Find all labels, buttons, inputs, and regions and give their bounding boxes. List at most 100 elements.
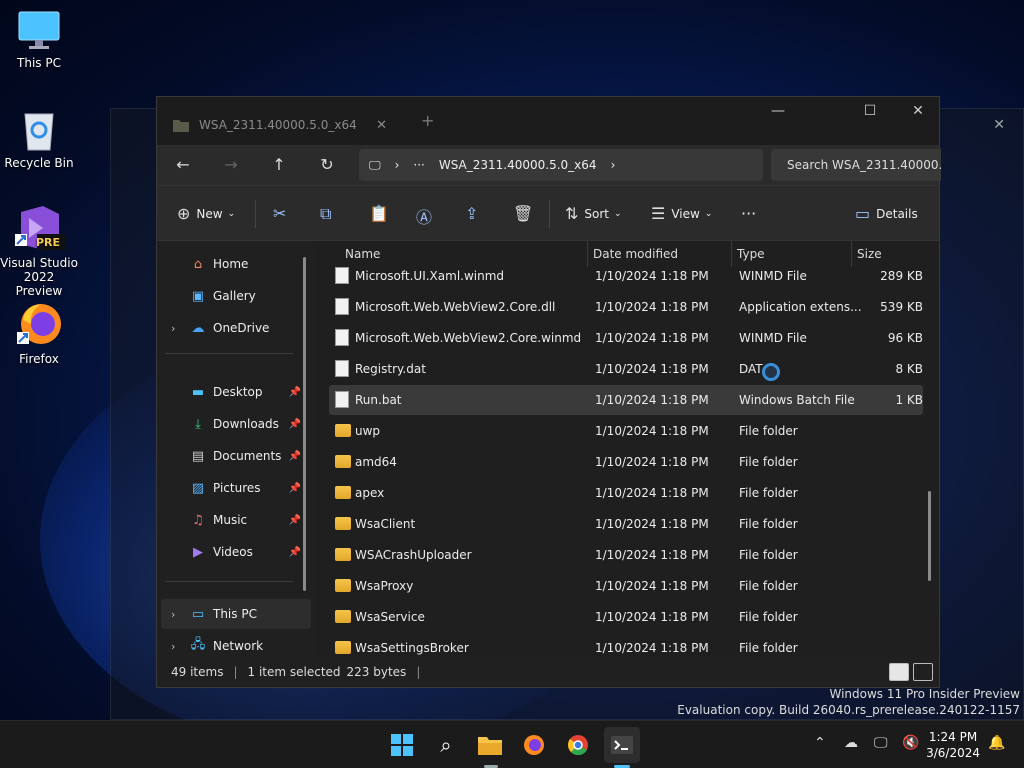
column-date[interactable]: Date modified — [593, 247, 678, 261]
file-type: File folder — [739, 424, 798, 438]
file-type: File folder — [739, 517, 798, 531]
network-icon[interactable]: 🖵 — [874, 735, 888, 751]
sidebar-item-gallery[interactable]: ▣ Gallery — [161, 281, 311, 311]
search-icon[interactable]: ⌕ — [432, 731, 460, 759]
file-name: Microsoft.UI.Xaml.winmd — [355, 269, 505, 283]
new-button[interactable]: ⊕ New ⌄ — [177, 204, 235, 223]
tiles-view-button[interactable] — [913, 663, 933, 681]
breadcrumb[interactable]: 🖵 › ··· WSA_2311.40000.5.0_x64 › — [359, 149, 763, 181]
tab-close-icon[interactable]: ✕ — [376, 118, 387, 133]
table-row[interactable]: WsaSettingsBroker 1/10/2024 1:18 PM File f… — [329, 633, 923, 657]
sidebar-item-label: Documents — [213, 449, 282, 463]
file-explorer-icon[interactable] — [476, 731, 504, 759]
forward-icon[interactable]: → — [219, 155, 243, 174]
explorer-body: ⌂ Home ▣ Gallery › ☁ OneDrive ▬ Desktop … — [157, 241, 939, 657]
table-row[interactable]: WsaClient 1/10/2024 1:18 PM File folder — [329, 509, 923, 539]
computer-icon[interactable]: 🖵 — [369, 158, 381, 173]
table-row[interactable]: Registry.dat 1/10/2024 1:18 PM DAT 8 KB — [329, 354, 923, 384]
delete-icon[interactable]: 🗑 — [513, 204, 539, 223]
folder-icon — [335, 548, 351, 561]
close-button[interactable]: ✕ — [895, 103, 941, 119]
tab-current[interactable]: WSA_2311.40000.5.0_x64 ✕ — [161, 105, 401, 145]
table-row[interactable]: WsaService 1/10/2024 1:18 PM File folder — [329, 602, 923, 632]
file-icon — [335, 267, 349, 284]
desktop-icon-firefox[interactable]: Firefox — [0, 302, 78, 366]
column-size[interactable]: Size — [857, 247, 882, 261]
breadcrumb-overflow[interactable]: ··· — [413, 158, 424, 172]
details-view-button[interactable] — [889, 663, 909, 681]
sidebar-item-home[interactable]: ⌂ Home — [161, 249, 311, 279]
sidebar-item-label: This PC — [213, 607, 257, 621]
table-row[interactable]: WsaProxy 1/10/2024 1:18 PM File folder — [329, 571, 923, 601]
chevron-up-icon[interactable]: ⌃ — [814, 735, 826, 751]
sidebar-item-label: Pictures — [213, 481, 261, 495]
up-icon[interactable]: ↑ — [267, 155, 291, 174]
table-row[interactable]: WSACrashUploader 1/10/2024 1:18 PM File fo… — [329, 540, 923, 570]
back-icon[interactable]: ← — [171, 155, 195, 174]
view-button[interactable]: ☰ View ⌄ — [651, 204, 712, 223]
search-input[interactable]: Search WSA_2311.40000. — [771, 149, 941, 181]
sort-icon: ⇅ — [565, 204, 579, 223]
chevron-right-icon[interactable]: › — [171, 640, 175, 653]
sort-button[interactable]: ⇅ Sort ⌄ — [565, 204, 622, 223]
monitor-icon — [18, 11, 60, 49]
share-icon[interactable]: ⇪ — [465, 204, 484, 223]
monitor-icon: ▭ — [191, 606, 205, 622]
more-options-button[interactable]: ··· — [741, 204, 756, 223]
sidebar-item-onedrive[interactable]: › ☁ OneDrive — [161, 313, 311, 343]
column-name[interactable]: Name — [345, 247, 380, 261]
sidebar-item-videos[interactable]: ▶ Videos 📌 — [161, 537, 311, 567]
file-type: File folder — [739, 610, 798, 624]
table-row[interactable]: apex 1/10/2024 1:18 PM File folder — [329, 478, 923, 508]
sidebar-item-documents[interactable]: ▤ Documents 📌 — [161, 441, 311, 471]
table-row[interactable]: amd64 1/10/2024 1:18 PM File folder — [329, 447, 923, 477]
chrome-icon[interactable] — [564, 731, 592, 759]
cloud-off-icon[interactable]: ☁ — [844, 735, 858, 751]
clock[interactable]: 1:24 PM 3/6/2024 — [926, 729, 980, 761]
details-button[interactable]: ▭ Details — [855, 204, 918, 223]
download-icon: ⤓ — [195, 416, 201, 432]
file-list-scrollbar[interactable] — [928, 491, 931, 581]
sidebar-item-label: Gallery — [213, 289, 256, 303]
table-row[interactable]: Run.bat 1/10/2024 1:18 PM Windows Batch Fi… — [329, 385, 923, 415]
copy-icon[interactable]: ⧉ — [320, 204, 337, 224]
sidebar-item-this-pc[interactable]: › ▭ This PC — [161, 599, 311, 629]
breadcrumb-current[interactable]: WSA_2311.40000.5.0_x64 — [439, 158, 597, 172]
maximize-button[interactable]: ☐ — [847, 103, 893, 119]
table-row[interactable]: uwp 1/10/2024 1:18 PM File folder — [329, 416, 923, 446]
table-row[interactable]: Microsoft.Web.WebView2.Core.dll 1/10/2024… — [329, 292, 923, 322]
paste-icon[interactable]: 📋 — [369, 204, 395, 223]
chevron-right-icon[interactable]: › — [171, 608, 175, 621]
sort-label: Sort — [584, 206, 610, 221]
refresh-icon[interactable]: ↻ — [315, 155, 339, 174]
sidebar-item-desktop[interactable]: ▬ Desktop 📌 — [161, 377, 311, 407]
file-name: WsaService — [355, 610, 425, 624]
file-date: 1/10/2024 1:18 PM — [595, 641, 709, 655]
busy-cursor-icon — [762, 363, 780, 381]
sidebar-item-downloads[interactable]: ⤓ Downloads 📌 — [161, 409, 311, 439]
firefox-icon[interactable] — [520, 731, 548, 759]
column-type[interactable]: Type — [737, 247, 765, 261]
chevron-right-icon[interactable]: › — [611, 158, 616, 172]
file-icon — [335, 360, 349, 377]
rename-icon[interactable]: Ⓐ — [416, 204, 438, 228]
sidebar-item-pictures[interactable]: ▨ Pictures 📌 — [161, 473, 311, 503]
desktop-icon-visual-studio[interactable]: PRE Visual Studio 2022 Preview — [0, 204, 78, 298]
pin-icon: 📌 — [288, 450, 301, 462]
table-row[interactable]: Microsoft.UI.Xaml.winmd 1/10/2024 1:18 PM… — [329, 261, 923, 291]
minimize-button[interactable]: — — [755, 103, 801, 119]
desktop-icon-this-pc[interactable]: This PC — [0, 10, 78, 70]
chevron-right-icon[interactable]: › — [395, 158, 400, 172]
sidebar-scrollbar[interactable] — [303, 257, 306, 591]
table-row[interactable]: Microsoft.Web.WebView2.Core.winmd 1/10/20… — [329, 323, 923, 353]
new-tab-button[interactable]: + — [421, 111, 434, 130]
volume-muted-icon[interactable]: 🔇 — [902, 735, 919, 751]
sidebar-item-label: OneDrive — [213, 321, 270, 335]
cut-icon[interactable]: ✂ — [273, 204, 292, 223]
notification-bell-icon[interactable]: 🔔 — [988, 735, 1005, 751]
start-icon[interactable] — [388, 731, 416, 759]
desktop-icon-recycle-bin[interactable]: Recycle Bin — [0, 108, 78, 170]
chevron-right-icon[interactable]: › — [171, 322, 175, 335]
sidebar-item-music[interactable]: ♫ Music 📌 — [161, 505, 311, 535]
terminal-icon[interactable] — [604, 727, 640, 763]
